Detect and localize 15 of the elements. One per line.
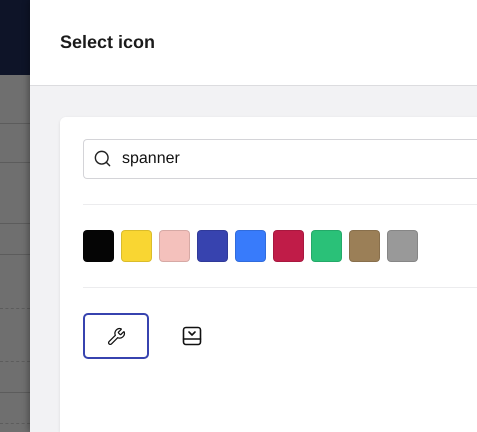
color-swatch[interactable]	[197, 230, 228, 262]
dialog-title: Select icon	[60, 32, 156, 53]
color-swatch[interactable]	[121, 230, 152, 262]
search-field[interactable]: spanner	[83, 139, 477, 179]
color-swatch[interactable]	[311, 230, 342, 262]
color-swatch[interactable]	[235, 230, 266, 262]
color-swatch[interactable]	[349, 230, 380, 262]
chevron-box-icon	[182, 326, 202, 346]
color-swatch[interactable]	[387, 230, 418, 262]
color-swatch[interactable]	[273, 230, 304, 262]
color-swatch[interactable]	[159, 230, 190, 262]
search-icon	[93, 149, 112, 168]
icon-option[interactable]	[83, 313, 149, 359]
color-swatch[interactable]	[83, 230, 114, 262]
wrench-icon	[106, 326, 126, 346]
